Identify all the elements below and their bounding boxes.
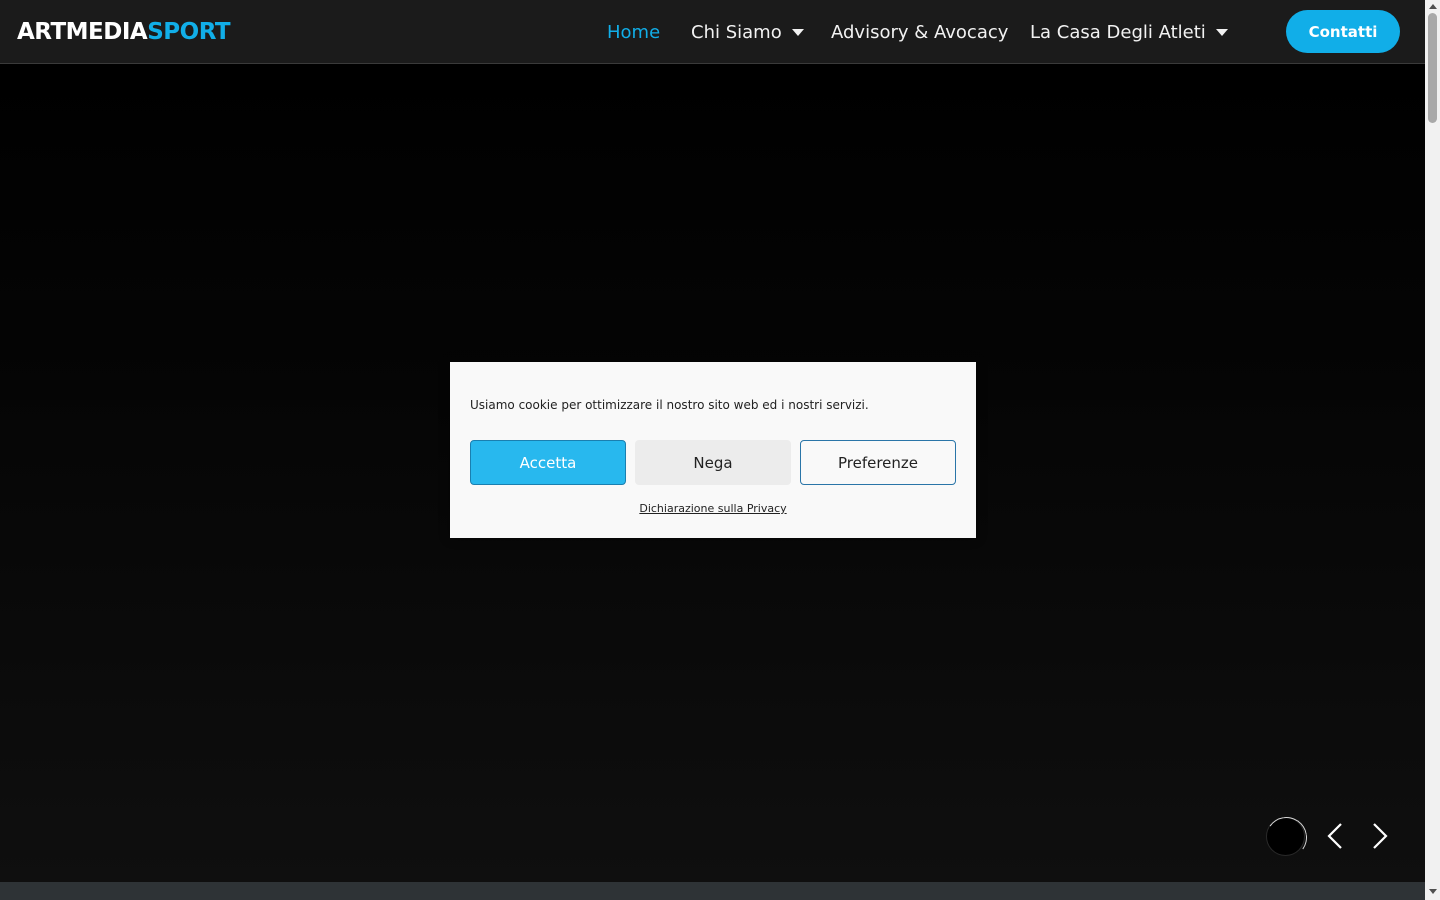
privacy-statement-link[interactable]: Dichiarazione sulla Privacy (450, 502, 976, 515)
nav-item-label: La Casa Degli Atleti (1030, 21, 1206, 43)
site-logo[interactable]: ARTMEDIASPORT (17, 18, 231, 46)
scroll-down-arrow-icon[interactable] (1429, 889, 1437, 894)
cookie-consent-dialog: Usiamo cookie per ottimizzare il nostro … (450, 362, 976, 538)
scrollbar-thumb[interactable] (1428, 13, 1437, 123)
chevron-right-icon (1373, 823, 1388, 849)
chevron-left-icon (1327, 823, 1342, 849)
nav-item-label: Chi Siamo (691, 21, 782, 43)
contact-button[interactable]: Contatti (1286, 10, 1400, 53)
logo-text-accent: SPORT (147, 19, 231, 45)
slider-prev-button[interactable] (1320, 820, 1350, 852)
accept-cookies-button[interactable]: Accetta (470, 440, 626, 485)
page-scrollbar[interactable] (1425, 0, 1440, 900)
nav-item-advisory[interactable]: Advisory & Avocacy (831, 20, 1008, 44)
nav-item-label: Advisory & Avocacy (831, 21, 1009, 43)
scroll-up-arrow-icon[interactable] (1429, 4, 1437, 9)
nav-item-label: Home (607, 21, 661, 43)
cookie-message: Usiamo cookie per ottimizzare il nostro … (470, 398, 869, 412)
next-section-edge (0, 882, 1425, 900)
page-viewport: ARTMEDIASPORT Home Chi Siamo Advisory & … (0, 0, 1425, 900)
caret-down-icon (1215, 28, 1228, 36)
nav-item-casa-atleti[interactable]: La Casa Degli Atleti (1030, 20, 1228, 44)
cookie-preferences-button[interactable]: Preferenze (800, 440, 956, 485)
slider-progress-indicator[interactable] (1266, 817, 1305, 856)
deny-cookies-button[interactable]: Nega (635, 440, 791, 485)
nav-item-home[interactable]: Home (607, 20, 660, 44)
slider-next-button[interactable] (1365, 820, 1395, 852)
caret-down-icon (791, 28, 804, 36)
nav-item-chi-siamo[interactable]: Chi Siamo (691, 20, 804, 44)
logo-text-primary: ARTMEDIA (17, 19, 148, 45)
site-header: ARTMEDIASPORT Home Chi Siamo Advisory & … (0, 0, 1425, 64)
